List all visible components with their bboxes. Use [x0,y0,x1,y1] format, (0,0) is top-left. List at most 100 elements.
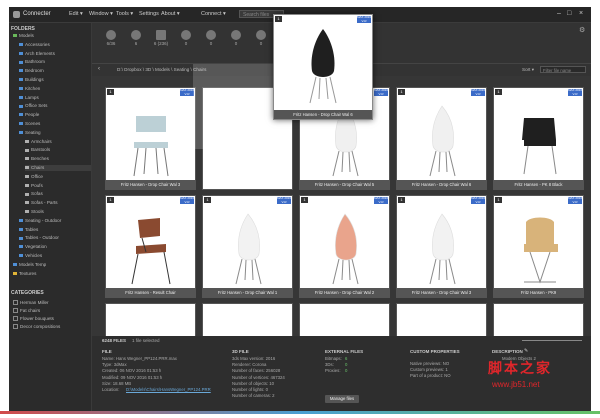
back-arrow-icon[interactable]: ‹ [98,66,100,72]
tree-item-vegetation[interactable]: Vegetation [19,244,91,250]
card-caption: Fritz Hansen - Drop Chair Wal 3 [397,288,486,297]
tree-item-models[interactable]: Models [13,33,91,39]
toolbar-lights-button[interactable]: 0 [177,28,195,54]
checkbox-icon[interactable] [13,308,18,314]
chair-thumbnail [332,213,359,285]
custom-properties-title: CUSTOM PROPERTIES [410,349,460,354]
tree-item-bathroom[interactable]: Bathroom [19,59,91,65]
folder-icon [25,148,29,152]
folder-icon [19,104,23,108]
external-count[interactable]: 0 [345,368,347,373]
menu-tools[interactable]: Tools ▾ [116,11,133,17]
menu-about[interactable]: About ▾ [161,11,180,17]
manage-files-button[interactable]: Manage files [325,395,359,403]
close-icon[interactable]: × [579,10,583,17]
category-label: Flower bouquets [20,316,54,321]
thumbnail-card[interactable]: 1MAX 2016 V-RFritz Hansen - Drop Chair W… [105,87,196,190]
tree-item-sofas[interactable]: Sofas [25,191,91,197]
sort-dropdown[interactable]: Sort ▾ [522,67,534,73]
thumbnail-card[interactable] [105,303,196,336]
detail-line: Number of objects: 10 [232,380,275,386]
tree-item-bedroom[interactable]: Bedroom [19,68,91,74]
thumbnail-card[interactable]: 1MAX 2016 V-RFritz Hansen - Drop Chair W… [396,87,487,190]
card-number: 1 [275,16,282,22]
thumbnail-card[interactable] [493,303,584,336]
tree-item-tables-outdoor[interactable]: Tables - Outdoor [19,235,91,241]
tree-item-armchairs[interactable]: Armchairs [25,139,91,145]
tree-item-chairs[interactable]: Chairs [25,165,91,171]
hover-preview-card[interactable]: 1 MAX 2016 V-R Fritz Hansen - Drop Chair… [273,14,373,120]
chair-thumbnail [309,29,337,104]
maximize-icon[interactable]: □ [567,10,571,17]
toolbar-materials-button[interactable]: 6 [127,28,145,54]
card-caption: Fritz Hansen - Drop Chair Wal 2 [300,288,389,297]
zoom-slider[interactable] [522,340,582,341]
tree-item-people[interactable]: People [19,112,91,118]
detail-line: Custom previews: 1 [410,367,448,373]
tree-item-scenes[interactable]: Scenes [19,121,91,127]
3d-file-section-title: 3D FILE [232,349,249,354]
tree-item-office-sets[interactable]: Office Sets [19,103,91,109]
file-section-title: FILE [102,349,112,354]
tree-item-barstools[interactable]: Barstools [25,147,91,153]
detail-line: Number of lights: 0 [232,387,269,392]
thumbnail-card[interactable] [202,303,293,336]
folder-icon [25,157,29,161]
folder-icon [25,166,29,170]
tree-item-models-temp[interactable]: Models Temp [13,262,91,268]
category-item[interactable]: Fat chairs [13,308,40,314]
tree-item-sofas-parts[interactable]: Sofas - Parts [25,200,91,206]
thumbnail-card[interactable] [299,303,390,336]
category-item[interactable]: Flower bouquets [13,316,54,322]
filter-input[interactable]: Filter file name [540,66,586,73]
tree-item-arch-elements[interactable]: Arch Elements [19,51,91,57]
toolbar-hdri-button[interactable]: 0 [202,28,220,54]
thumbnail-card[interactable] [396,303,487,336]
tree-item-benches[interactable]: Benches [25,156,91,162]
thumbnail-card[interactable]: 1 MAX 2016 V-R Fritz Hansen - PK9 [493,195,584,298]
tree-item-tables[interactable]: Tables [19,227,91,233]
gear-icon[interactable]: ⚙ [579,26,585,34]
checkbox-icon[interactable] [13,300,18,306]
toolbar-models-button[interactable]: 6/36 [102,28,120,54]
tree-item-seating[interactable]: Seating [19,130,91,136]
menu-settings[interactable]: Settings [139,11,159,17]
checkbox-icon[interactable] [13,324,18,330]
tree-item-stools[interactable]: Stools [25,209,91,215]
thumbnail-card[interactable]: 1MAX 2016 V-RFritz Hansen - Drop Chair W… [202,195,293,298]
tree-item-label: Tables - Outdoor [25,235,59,241]
tree-item-poufs[interactable]: Poufs [25,183,91,189]
tree-item-office[interactable]: Office [25,174,91,180]
menu-window[interactable]: Window ▾ [89,11,113,17]
card-caption: Fritz Hansen - Drop Chair Wal 3 [106,180,195,189]
external-count[interactable]: 6 [345,356,347,361]
minimize-icon[interactable]: – [557,10,561,17]
edit-pencil-icon[interactable]: ✎ [524,348,528,354]
tree-item-vehicles[interactable]: Vehicles [19,253,91,259]
tree-item-textures[interactable]: Textures [13,271,91,277]
tree-item-seating-outdoor[interactable]: Seating - Outdoor [19,218,91,224]
toolbar-other-button[interactable]: 0 [227,28,245,54]
folder-icon [25,175,29,179]
tree-item-accessories[interactable]: Accessories [19,42,91,48]
thumbnail-card[interactable]: 1 MAX 2016 V-R Fritz Hansen - PK 8 Black [493,87,584,190]
detail-line: Created: 06 NOV 2016 01:53 h [102,368,162,374]
connect-button[interactable]: Connect ▾ [201,11,226,17]
location-link[interactable]: D:\Models\Chairs\HansWegner_PP124.PRR [126,387,211,392]
menu-edit[interactable]: Edit ▾ [69,11,83,17]
checkbox-icon[interactable] [13,316,18,322]
tree-item-buildings[interactable]: Buildings [19,77,91,83]
thumbnail-card[interactable]: 1MAX 2016 V-RFritz Hansen - Drop Chair W… [299,195,390,298]
toolbar-images-button[interactable]: 6 (236) [152,28,170,54]
category-item[interactable]: Decor compositions [13,324,60,330]
external-count[interactable]: 0 [345,362,347,367]
category-item[interactable]: Herman Miller [13,300,49,306]
folder-icon [19,78,23,82]
tree-item-lamps[interactable]: Lamps [19,95,91,101]
thumbnail-card[interactable]: 1MAX 2016 V-RFritz Hansen - Drop Chair W… [396,195,487,298]
tree-item-label: Tables [25,226,39,232]
tree-item-kitchen[interactable]: Kitchen [19,86,91,92]
thumbnail-card[interactable]: 1 MAX 2016 V-R Fritz Hansen - Result Chair [105,195,196,298]
toolbar-misc-button[interactable]: 0 [252,28,270,54]
tree-item-label: Bathroom [25,59,45,65]
